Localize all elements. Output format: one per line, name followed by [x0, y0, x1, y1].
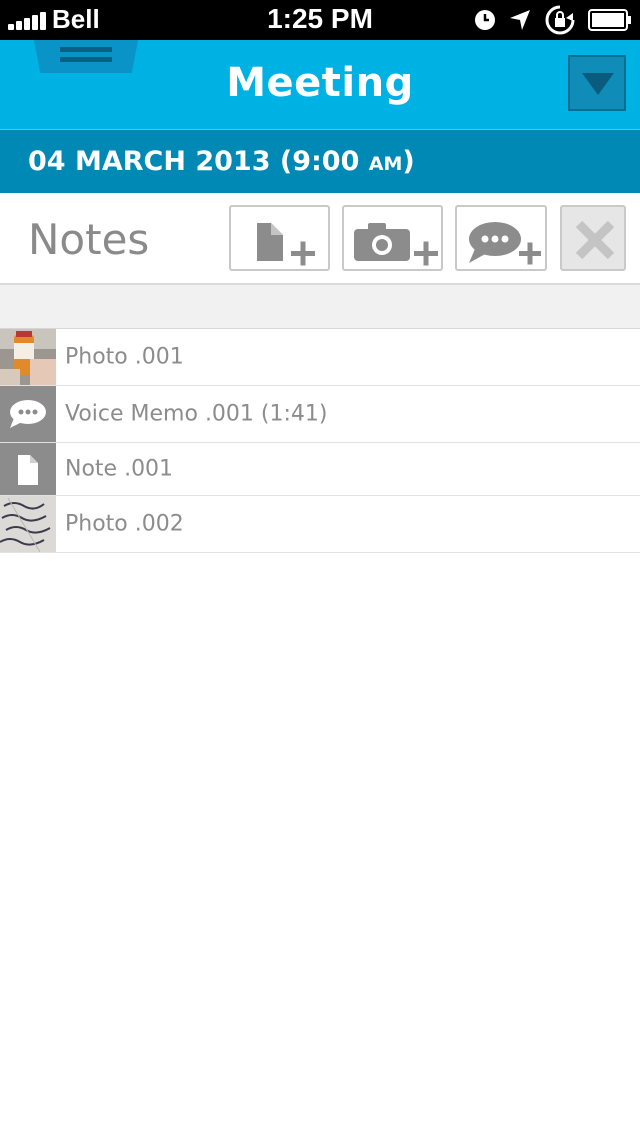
item-label: Note .001: [65, 456, 174, 482]
add-note-icon: [257, 223, 315, 266]
delete-icon: [575, 220, 615, 260]
section-divider: [0, 285, 640, 329]
date-bar: 04 MARCH 2013 (9:00 AM): [0, 129, 640, 193]
item-label: Photo .001: [65, 344, 184, 370]
battery-icon: [588, 9, 632, 31]
voice-memo-thumbnail: [0, 386, 56, 442]
list-item-voice-memo-001[interactable]: Voice Memo .001 (1:41): [0, 386, 640, 443]
add-photo-icon: [354, 223, 438, 266]
add-note-button[interactable]: [229, 205, 330, 271]
add-voice-memo-icon: [469, 222, 541, 265]
dropdown-button[interactable]: [568, 55, 626, 111]
add-photo-button[interactable]: [342, 205, 443, 271]
date-ampm: AM: [368, 153, 403, 175]
notes-title: Notes: [28, 215, 150, 264]
list-item-photo-002[interactable]: Photo .002: [0, 496, 640, 553]
note-thumbnail: [0, 443, 56, 495]
item-label: Photo .002: [65, 511, 184, 537]
meeting-date: 04 MARCH 2013 (9:00 AM): [28, 146, 415, 177]
date-value: 04 MARCH 2013 (9:00: [28, 146, 369, 177]
add-voice-memo-button[interactable]: [455, 205, 547, 271]
date-close-paren: ): [402, 146, 415, 177]
location-arrow-icon: [508, 8, 532, 32]
photo-thumbnail: [0, 329, 56, 385]
delete-button[interactable]: [560, 205, 626, 271]
speech-bubble-icon: [10, 400, 46, 428]
notes-list: Photo .001 Voice Memo .001 (1:41) Note .…: [0, 329, 640, 553]
page-title: Meeting: [226, 60, 414, 106]
clock-icon: [474, 9, 496, 31]
list-item-photo-001[interactable]: Photo .001: [0, 329, 640, 386]
item-label: Voice Memo .001 (1:41): [65, 401, 328, 427]
notes-toolbar: Notes: [0, 193, 640, 285]
chevron-down-icon: [582, 73, 614, 95]
list-item-note-001[interactable]: Note .001: [0, 443, 640, 496]
document-icon: [18, 455, 38, 485]
status-bar: Bell 1:25 PM: [0, 0, 640, 40]
photo-thumbnail: [0, 496, 56, 552]
app-header: Meeting: [0, 40, 640, 129]
rotation-lock-icon: [544, 4, 576, 36]
